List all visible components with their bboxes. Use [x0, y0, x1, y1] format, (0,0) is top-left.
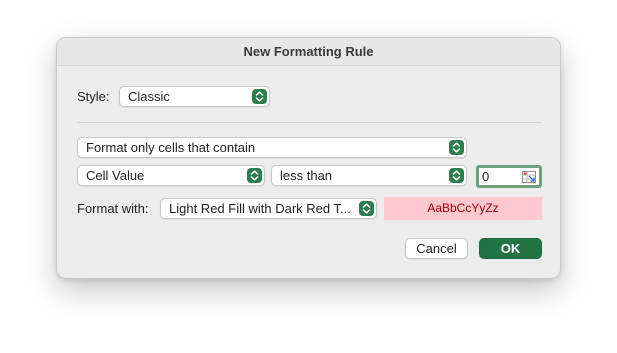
- format-with-label: Format with:: [77, 201, 149, 216]
- cell-reference-icon[interactable]: [522, 170, 536, 183]
- rule-type-value: Format only cells that contain: [86, 140, 256, 155]
- dialog-title: New Formatting Rule: [57, 38, 560, 66]
- condition-operator-value: less than: [280, 168, 333, 183]
- chevron-updown-icon: [247, 168, 262, 183]
- condition-subject-popup[interactable]: Cell Value: [77, 165, 265, 186]
- section-divider: [77, 122, 542, 123]
- chevron-updown-icon: [449, 168, 464, 183]
- condition-operator-popup[interactable]: less than: [271, 165, 467, 186]
- style-popup-value: Classic: [128, 89, 170, 104]
- format-preview: AaBbCcYyZz: [384, 197, 542, 220]
- rule-type-popup[interactable]: Format only cells that contain: [77, 137, 467, 158]
- format-with-popup[interactable]: Light Red Fill with Dark Red T...: [160, 198, 377, 219]
- chevron-updown-icon: [449, 140, 464, 155]
- style-label: Style:: [77, 89, 110, 104]
- chevron-updown-icon: [359, 201, 374, 216]
- ok-button[interactable]: OK: [479, 238, 542, 259]
- condition-value-field[interactable]: 0: [476, 165, 542, 188]
- condition-value-text: 0: [482, 169, 490, 184]
- cancel-button[interactable]: Cancel: [405, 238, 468, 259]
- chevron-updown-icon: [252, 89, 267, 104]
- style-popup[interactable]: Classic: [119, 86, 270, 107]
- new-formatting-rule-dialog: New Formatting Rule Style: Classic Forma…: [56, 37, 561, 279]
- condition-subject-value: Cell Value: [86, 168, 145, 183]
- format-with-value: Light Red Fill with Dark Red T...: [169, 201, 351, 216]
